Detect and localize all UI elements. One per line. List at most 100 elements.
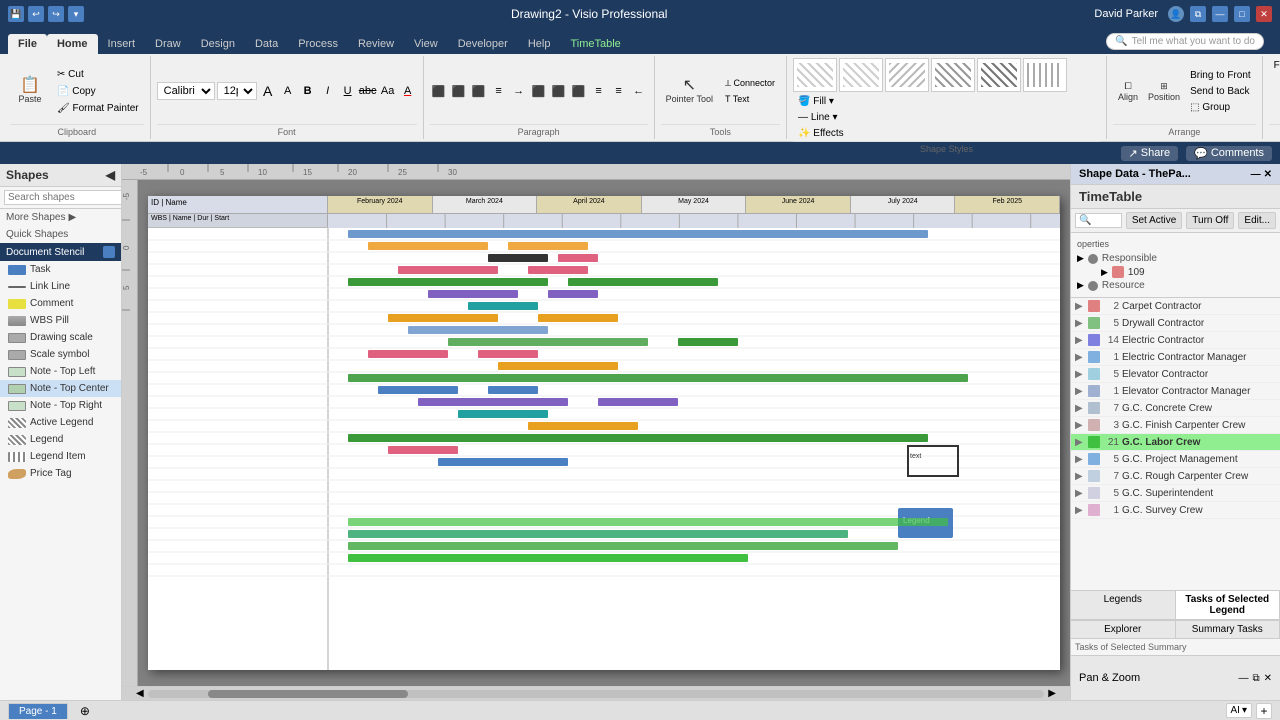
timetable-search-input[interactable] (1093, 215, 1117, 226)
align-left-button[interactable]: ≡ (590, 82, 608, 100)
align-top-left-button[interactable]: ⬛ (430, 82, 448, 100)
quick-access-icon[interactable]: ▾ (68, 6, 84, 22)
position-button[interactable]: ⊞ Position (1145, 79, 1183, 104)
align-mid-left-button[interactable]: ⬛ (530, 82, 548, 100)
res-expand-12[interactable]: ▶ (1075, 488, 1085, 499)
effects-button[interactable]: ✨ Effects (793, 126, 849, 141)
maximize-icon[interactable]: □ (1234, 6, 1250, 22)
minimize-icon[interactable]: — (1212, 6, 1228, 22)
shape-item-legend-item[interactable]: Legend Item (0, 448, 121, 465)
shape-style-1[interactable] (793, 58, 837, 92)
res-expand-6[interactable]: ▶ (1075, 386, 1085, 397)
share-button[interactable]: ↗ Share (1121, 146, 1179, 161)
italic-button[interactable]: I (319, 82, 337, 100)
shrink-font-button[interactable]: A (279, 82, 297, 100)
bold-button[interactable]: B (299, 82, 317, 100)
underline-button[interactable]: U (339, 82, 357, 100)
shape-item-legend[interactable]: Legend (0, 431, 121, 448)
align-button[interactable]: ⧠ Align (1113, 79, 1143, 104)
send-to-back-button[interactable]: Send to Back (1185, 84, 1256, 99)
align-mid-right-button[interactable]: ⬛ (570, 82, 588, 100)
pan-zoom-minimize[interactable]: — (1238, 673, 1248, 684)
align-right-button[interactable]: ≡ (610, 82, 628, 100)
tab-help[interactable]: Help (518, 34, 561, 54)
shape-item-price-tag[interactable]: Price Tag (0, 465, 121, 482)
resource-expand[interactable]: ▶ (1077, 280, 1084, 291)
res-expand-3[interactable]: ▶ (1075, 335, 1085, 346)
resource-item-elevator[interactable]: ▶ 5 Elevator Contractor (1071, 366, 1280, 383)
turn-off-button[interactable]: Turn Off (1186, 212, 1234, 229)
fill-button[interactable]: 🪣 Fill ▾ (793, 94, 839, 109)
cut-button[interactable]: ✂ Cut (52, 67, 144, 82)
bring-to-front-button[interactable]: Bring to Front (1185, 68, 1256, 83)
connector-button[interactable]: ⟂ Connector (720, 76, 780, 91)
responsible-expand[interactable]: ▶ (1101, 267, 1108, 278)
resource-item-electric[interactable]: ▶ 14 Electric Contractor (1071, 332, 1280, 349)
indent-button[interactable]: → (510, 82, 528, 100)
align-top-right-button[interactable]: ⬛ (470, 82, 488, 100)
drawing-canvas[interactable]: ID | Name February 2024 March 2024 April… (138, 180, 1070, 686)
shape-item-active-legend[interactable]: Active Legend (0, 414, 121, 431)
shape-style-4[interactable] (931, 58, 975, 92)
resource-item-superintendent[interactable]: ▶ 5 G.C. Superintendent (1071, 485, 1280, 502)
res-expand-4[interactable]: ▶ (1075, 352, 1085, 363)
scroll-right-button[interactable]: ▶ (1048, 688, 1056, 699)
case-button[interactable]: Aa (379, 82, 397, 100)
font-size-select[interactable]: 12pt (217, 82, 257, 100)
shape-item-wbs[interactable]: WBS Pill (0, 312, 121, 329)
tab-file[interactable]: File (8, 34, 47, 54)
find-button[interactable]: Find ▾ (1269, 58, 1280, 73)
edit-button[interactable]: Edit... (1238, 212, 1276, 229)
resource-item-finish-carpenter[interactable]: ▶ 3 G.C. Finish Carpenter Crew (1071, 417, 1280, 434)
zoom-add-button[interactable]: + (1256, 703, 1272, 719)
scroll-left-button[interactable]: ◀ (136, 688, 144, 699)
text-button[interactable]: T Text (720, 92, 780, 106)
resource-item-concrete[interactable]: ▶ 7 G.C. Concrete Crew (1071, 400, 1280, 417)
pan-zoom-maximize[interactable]: ⧉ (1252, 673, 1259, 684)
res-expand-5[interactable]: ▶ (1075, 369, 1085, 380)
resource-item-labor[interactable]: ▶ 21 G.C. Labor Crew (1071, 434, 1280, 451)
comments-button[interactable]: 💬 Comments (1186, 146, 1272, 161)
timetable-search[interactable]: 🔍 (1075, 213, 1122, 228)
scrollbar-thumb[interactable] (208, 690, 408, 698)
resource-item-carpet[interactable]: ▶ 2 Carpet Contractor (1071, 298, 1280, 315)
group-button[interactable]: ⬚ Group (1185, 100, 1256, 115)
line-button[interactable]: — Line ▾ (793, 110, 843, 125)
res-expand-7[interactable]: ▶ (1075, 403, 1085, 414)
tab-view[interactable]: View (404, 34, 448, 54)
resource-item-electric-mgr[interactable]: ▶ 1 Electric Contractor Manager (1071, 349, 1280, 366)
expand-icon[interactable]: ▶ (1077, 253, 1084, 264)
tab-insert[interactable]: Insert (98, 34, 146, 54)
paste-button[interactable]: 📋 Paste (10, 75, 50, 107)
tab-review[interactable]: Review (348, 34, 404, 54)
font-family-select[interactable]: Calibri (157, 82, 215, 100)
shape-data-close-button[interactable]: ✕ (1264, 169, 1272, 180)
tab-draw[interactable]: Draw (145, 34, 191, 54)
restore-icon[interactable]: ⧉ (1190, 6, 1206, 22)
shape-item-link-line[interactable]: Link Line (0, 278, 121, 295)
resource-item-rough-carpenter[interactable]: ▶ 7 G.C. Rough Carpenter Crew (1071, 468, 1280, 485)
tab-data[interactable]: Data (245, 34, 288, 54)
tab-legends[interactable]: Legends (1071, 591, 1176, 619)
res-expand-11[interactable]: ▶ (1075, 471, 1085, 482)
strikethrough-button[interactable]: abc (359, 82, 377, 100)
shapes-search-input[interactable] (4, 190, 122, 205)
shape-item-scale-symbol[interactable]: Scale symbol (0, 346, 121, 363)
tab-process[interactable]: Process (288, 34, 348, 54)
copy-button[interactable]: 📄 Copy (52, 84, 144, 99)
resource-item-survey[interactable]: ▶ 1 G.C. Survey Crew (1071, 502, 1280, 519)
shape-style-2[interactable] (839, 58, 883, 92)
shape-data-minimize-button[interactable]: — (1251, 169, 1261, 180)
more-shapes-button[interactable]: More Shapes ▶ (0, 209, 121, 226)
set-active-button[interactable]: Set Active (1126, 212, 1182, 229)
resource-item-elevator-mgr[interactable]: ▶ 1 Elevator Contractor Manager (1071, 383, 1280, 400)
redo-icon[interactable]: ↪ (48, 6, 64, 22)
shape-item-note-top-center[interactable]: Note - Top Center (0, 380, 121, 397)
res-expand-1[interactable]: ▶ (1075, 301, 1085, 312)
tab-developer[interactable]: Developer (448, 34, 518, 54)
add-page-button[interactable]: ⊕ (76, 704, 94, 718)
resource-item-drywall[interactable]: ▶ 5 Drywall Contractor (1071, 315, 1280, 332)
res-expand-2[interactable]: ▶ (1075, 318, 1085, 329)
res-expand-8[interactable]: ▶ (1075, 420, 1085, 431)
align-top-center-button[interactable]: ⬛ (450, 82, 468, 100)
